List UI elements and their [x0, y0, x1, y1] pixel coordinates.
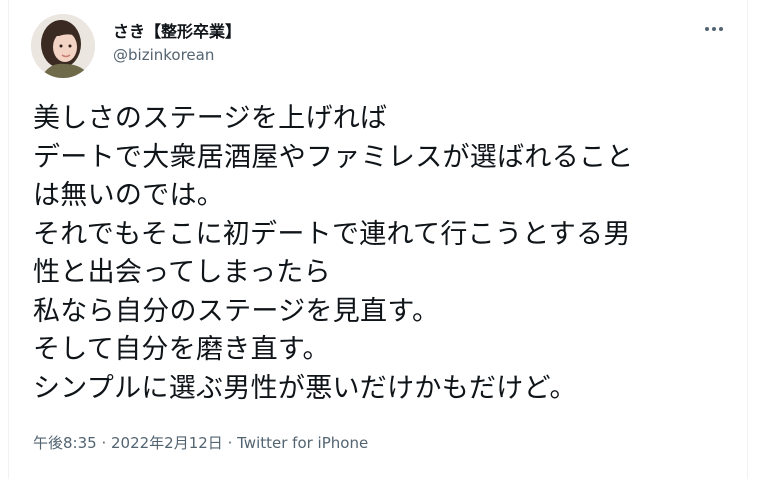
tweet-date[interactable]: 2022年2月12日	[111, 434, 223, 452]
tweet-source[interactable]: Twitter for iPhone	[237, 434, 368, 452]
tweet-line: そして自分を磨き直す。	[33, 334, 330, 365]
tweet-line: デートで大衆居酒屋やファミレスが選ばれること	[33, 141, 634, 173]
tweet-card: さき【整形卒業】 @bizinkorean 美しさのステージを上げれば デートで…	[8, 0, 748, 479]
tweet-time[interactable]: 午後8:35	[33, 434, 97, 452]
more-dots-icon	[705, 27, 723, 31]
tweet-line: シンプルに選ぶ男性が悪いだけかもだけど。	[33, 372, 577, 404]
tweet-line: それでもそこに初デートで連れて行こうとする男	[33, 218, 631, 250]
tweet-text: 美しさのステージを上げれば デートで大衆居酒屋やファミレスが選ばれること は無い…	[33, 100, 733, 408]
meta-separator: ·	[96, 434, 111, 452]
user-avatar[interactable]	[31, 14, 95, 78]
display-name[interactable]: さき【整形卒業】	[113, 18, 241, 42]
tweet-line: 美しさのステージを上げれば	[33, 103, 388, 134]
avatar-photo-icon	[31, 14, 95, 78]
more-options-button[interactable]	[699, 14, 729, 44]
user-handle[interactable]: @bizinkorean	[113, 46, 214, 64]
tweet-meta: 午後8:35 · 2022年2月12日 · Twitter for iPhone	[33, 432, 368, 453]
tweet-line: 性と出会ってしまったら	[33, 257, 331, 288]
tweet-line: は無いのでは。	[33, 180, 225, 211]
tweet-line: 私なら自分のステージを見直す。	[33, 295, 440, 327]
meta-separator: ·	[222, 434, 238, 452]
